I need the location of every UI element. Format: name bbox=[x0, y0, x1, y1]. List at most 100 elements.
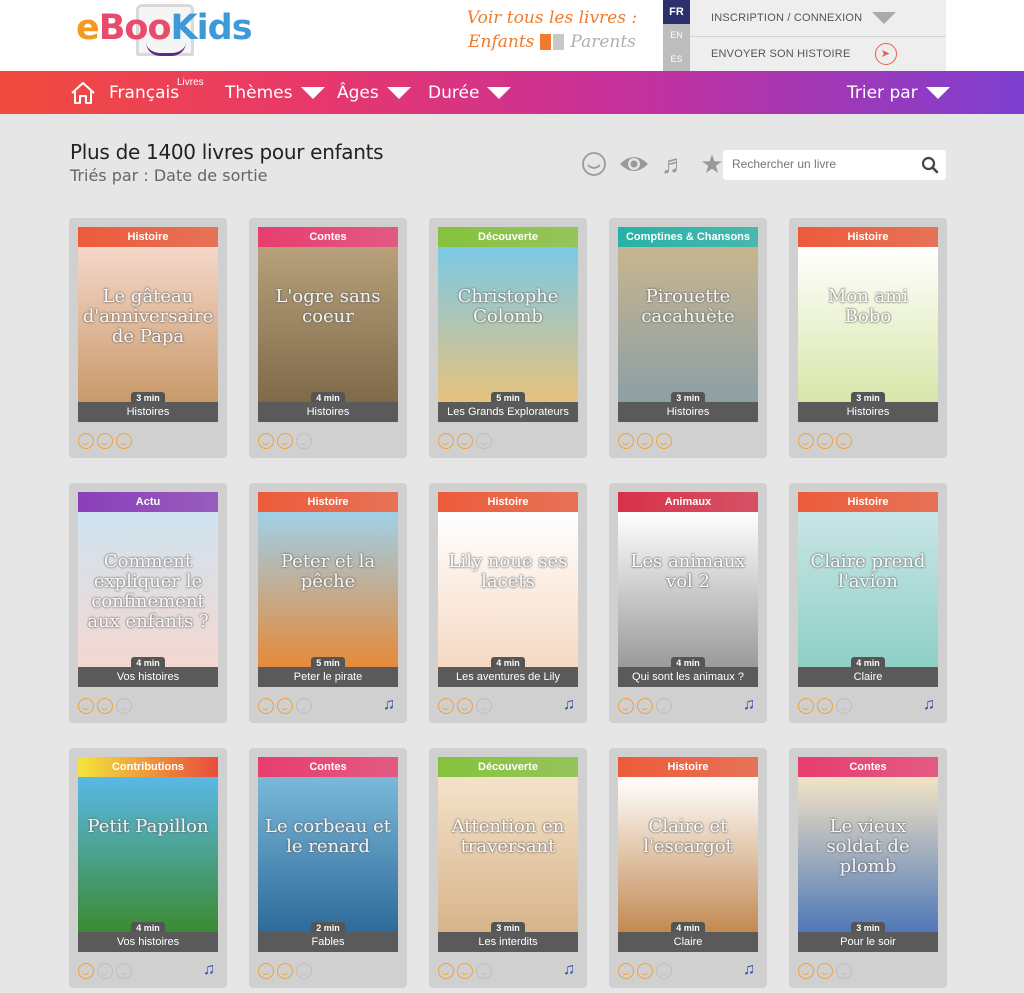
book-category: Contributions bbox=[78, 757, 218, 777]
nav-themes[interactable]: Thèmes bbox=[225, 71, 325, 114]
lang-fr[interactable]: FR bbox=[663, 0, 690, 24]
book-cover[interactable]: Les animaux vol 2 bbox=[618, 512, 758, 667]
book-series: Vos histoires bbox=[78, 667, 218, 687]
book-card[interactable]: Histoire Le gâteau d'anniversaire de Papa… bbox=[69, 218, 227, 458]
smile-icon bbox=[457, 433, 473, 449]
home-icon[interactable] bbox=[70, 81, 96, 105]
book-rating bbox=[78, 963, 132, 979]
book-cover[interactable]: Attention en traversant bbox=[438, 777, 578, 932]
book-series: Qui sont les animaux ? bbox=[618, 667, 758, 687]
book-category: Contes bbox=[258, 757, 398, 777]
send-story-label: ENVOYER SON HISTOIRE bbox=[711, 47, 851, 60]
smile-icon bbox=[277, 963, 293, 979]
book-cover[interactable]: L'ogre sans coeur bbox=[258, 247, 398, 402]
book-card[interactable]: Contes L'ogre sans coeur 4 min Histoires bbox=[249, 218, 407, 458]
smile-icon bbox=[798, 698, 814, 714]
book-rating bbox=[618, 433, 672, 449]
book-cover[interactable]: Le gâteau d'anniversaire de Papa bbox=[78, 247, 218, 402]
parents-books-link[interactable]: Parents bbox=[570, 32, 636, 52]
book-card[interactable]: Histoire Peter et la pêche 5 min Peter le p… bbox=[249, 483, 407, 723]
book-cover[interactable]: Le vieux soldat de plomb bbox=[798, 777, 938, 932]
book-category: Comptines & Chansons bbox=[618, 227, 758, 247]
book-cover[interactable]: Claire et l'escargot bbox=[618, 777, 758, 932]
book-rating bbox=[438, 963, 492, 979]
book-card[interactable]: Découverte Christophe Colomb 5 min Les Gran… bbox=[429, 218, 587, 458]
book-category: Histoire bbox=[618, 757, 758, 777]
search-box bbox=[723, 150, 946, 180]
search-icon[interactable] bbox=[921, 156, 939, 174]
chevron-down-icon bbox=[925, 86, 950, 99]
book-title: Petit Papillon bbox=[87, 816, 209, 837]
smile-icon bbox=[656, 698, 672, 714]
smile-icon bbox=[457, 963, 473, 979]
book-series: Peter le pirate bbox=[258, 667, 398, 687]
book-card[interactable]: Contributions Petit Papillon 4 min Vos hist… bbox=[69, 748, 227, 988]
ebookids-logo[interactable]: eBooKids bbox=[76, 2, 253, 64]
smile-icon bbox=[438, 433, 454, 449]
book-card[interactable]: Animaux Les animaux vol 24 min Qui sont le… bbox=[609, 483, 767, 723]
smile-icon bbox=[97, 433, 113, 449]
book-rating bbox=[258, 963, 312, 979]
book-card[interactable]: Histoire Claire et l'escargot 4 min Claire ♫ bbox=[609, 748, 767, 988]
book-cover[interactable]: Comment expliquer le confinement aux enf… bbox=[78, 512, 218, 667]
book-rating bbox=[618, 963, 672, 979]
book-cover[interactable]: Christophe Colomb bbox=[438, 247, 578, 402]
smile-icon bbox=[116, 433, 132, 449]
nav-language[interactable]: Français bbox=[109, 71, 179, 114]
star-icon[interactable]: ★ bbox=[698, 149, 726, 179]
book-title: Comment expliquer le confinement aux enf… bbox=[87, 551, 209, 632]
book-title: Le gâteau d'anniversaire de Papa bbox=[82, 286, 214, 347]
book-cover[interactable]: Le corbeau et le renard bbox=[258, 777, 398, 932]
search-input[interactable] bbox=[732, 157, 912, 171]
book-card[interactable]: Histoire Lily noue ses lacets 4 min Les ave… bbox=[429, 483, 587, 723]
lang-en[interactable]: EN bbox=[663, 24, 690, 48]
book-category: Histoire bbox=[78, 227, 218, 247]
smile-icon bbox=[258, 963, 274, 979]
smile-icon bbox=[637, 963, 653, 979]
book-cover[interactable]: Lily noue ses lacets bbox=[438, 512, 578, 667]
smile-icon bbox=[798, 433, 814, 449]
book-rating bbox=[258, 698, 312, 714]
book-card[interactable]: Contes Le corbeau et le renard 2 min Fables bbox=[249, 748, 407, 988]
logo-text: eBooKids bbox=[76, 8, 253, 48]
book-cover[interactable]: Pirouette cacahuète bbox=[618, 247, 758, 402]
login-button[interactable]: INSCRIPTION / CONNEXION bbox=[690, 0, 946, 36]
eye-icon[interactable] bbox=[618, 150, 650, 178]
book-series: Fables bbox=[258, 932, 398, 952]
smile-icon bbox=[438, 698, 454, 714]
page-title: Plus de 1400 livres pour enfants bbox=[70, 140, 384, 164]
smile-icon bbox=[78, 963, 94, 979]
book-card[interactable]: Actu Comment expliquer le confinement aux… bbox=[69, 483, 227, 723]
book-cover[interactable]: Peter et la pêche bbox=[258, 512, 398, 667]
book-series: Histoires bbox=[78, 402, 218, 422]
lang-es[interactable]: ES bbox=[663, 47, 690, 71]
nav-ages-label: Âges bbox=[337, 82, 379, 103]
book-card[interactable]: Comptines & Chansons Pirouette cacahuète 3… bbox=[609, 218, 767, 458]
music-note-icon: ♫ bbox=[203, 961, 215, 978]
book-title: Peter et la pêche bbox=[280, 551, 376, 592]
book-cover[interactable]: Mon ami Bobo bbox=[798, 247, 938, 402]
nav-ages[interactable]: Âges bbox=[337, 71, 411, 114]
book-series: Histoires bbox=[618, 402, 758, 422]
book-card[interactable]: Histoire Claire prend l'avion 4 min Claire ♫ bbox=[789, 483, 947, 723]
kids-books-link[interactable]: Enfants bbox=[468, 32, 534, 52]
book-series: Histoires bbox=[798, 402, 938, 422]
book-series: Les aventures de Lily bbox=[438, 667, 578, 687]
book-category: Histoire bbox=[798, 227, 938, 247]
music-icon[interactable]: ♬ bbox=[660, 149, 688, 179]
book-cover[interactable]: Petit Papillon bbox=[78, 777, 218, 932]
book-rating bbox=[798, 963, 852, 979]
book-rating bbox=[78, 698, 132, 714]
nav-sort[interactable]: Trier par bbox=[847, 71, 950, 114]
send-story-button[interactable]: ENVOYER SON HISTOIRE ➤ bbox=[690, 35, 946, 72]
book-cover[interactable]: Claire prend l'avion bbox=[798, 512, 938, 667]
smile-icon bbox=[277, 433, 293, 449]
book-card[interactable]: Contes Le vieux soldat de plomb 3 min Pour … bbox=[789, 748, 947, 988]
book-card[interactable]: Histoire Mon ami Bobo 3 min Histoires bbox=[789, 218, 947, 458]
smile-icon bbox=[618, 963, 634, 979]
smile-icon[interactable] bbox=[580, 150, 608, 178]
smile-icon bbox=[476, 433, 492, 449]
nav-duration[interactable]: Durée bbox=[428, 71, 512, 114]
book-card[interactable]: Découverte Attention en traversant 3 min Le… bbox=[429, 748, 587, 988]
book-title: Christophe Colomb bbox=[457, 286, 559, 327]
